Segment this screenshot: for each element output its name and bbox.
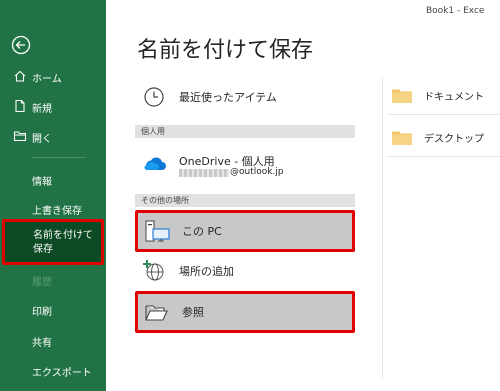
sidebar-item-label: 新規 (32, 103, 52, 115)
sidebar-item-print[interactable]: 印刷 (0, 297, 106, 323)
folder-name: ドキュメント (424, 92, 484, 103)
sidebar-item-label: 上書き保存 (32, 205, 82, 217)
sidebar-item-export[interactable]: エクスポート (0, 358, 106, 384)
folder-separator (388, 156, 500, 157)
folder-item[interactable]: ドキュメント (388, 82, 500, 108)
place-label: 最近使ったアイテム (179, 91, 277, 104)
folder-icon (392, 89, 412, 103)
sidebar-item-label: 情報 (32, 176, 52, 188)
place-add[interactable]: 場所の追加 (135, 256, 355, 286)
place-recent[interactable]: 最近使ったアイテム (135, 83, 355, 111)
place-label: この PC (182, 225, 222, 238)
sidebar-item-label: 共有 (32, 337, 52, 349)
place-this-pc[interactable]: この PC (135, 210, 355, 252)
sidebar-item-home[interactable]: ホーム (0, 64, 106, 90)
place-label: 参照 (182, 306, 204, 319)
account-email: @outlook.jp (230, 167, 284, 177)
sidebar-item-label: 履歴 (32, 276, 52, 288)
browse-folder-icon (145, 305, 168, 321)
backstage-sidebar: ホーム 新規 開く 情報 上書き保存 名前を付けて保存 履歴 印刷 共有 エクス… (0, 0, 106, 391)
folder-icon (392, 131, 412, 145)
clock-icon (144, 87, 164, 107)
sidebar-item-label: ホーム (32, 73, 62, 85)
sidebar-item-info[interactable]: 情報 (0, 167, 106, 193)
sidebar-item-label: 名前を付けて保存 (33, 230, 93, 255)
place-label: 場所の追加 (179, 265, 234, 278)
sidebar-item-share[interactable]: 共有 (0, 328, 106, 354)
redacted-email (179, 169, 229, 177)
folder-name: デスクトップ (424, 134, 484, 145)
page-title: 名前を付けて保存 (137, 38, 314, 63)
section-header-personal: 個人用 (135, 125, 355, 138)
sidebar-item-label: 開く (32, 133, 52, 145)
new-document-icon (15, 99, 25, 113)
folder-separator (388, 114, 500, 115)
home-icon (14, 70, 26, 82)
folder-item[interactable]: デスクトップ (388, 124, 500, 150)
computer-icon (145, 220, 170, 242)
place-onedrive[interactable]: OneDrive - 個人用 @outlook.jp (135, 146, 355, 186)
section-header-other: その他の場所 (135, 194, 355, 207)
panel-divider (382, 78, 383, 378)
sidebar-item-open[interactable]: 開く (0, 124, 106, 150)
sidebar-item-new[interactable]: 新規 (0, 94, 106, 120)
add-place-globe-icon (143, 260, 164, 281)
onedrive-cloud-icon (144, 157, 166, 170)
sidebar-item-save-as[interactable]: 名前を付けて保存 (2, 219, 104, 265)
back-arrow-icon[interactable] (11, 35, 31, 55)
open-folder-icon (13, 131, 27, 142)
sidebar-divider (32, 157, 86, 158)
sidebar-item-label: エクスポート (32, 367, 92, 379)
place-browse[interactable]: 参照 (135, 291, 355, 333)
sidebar-item-label: 印刷 (32, 306, 52, 318)
document-title: Book1 - Exce (426, 6, 485, 16)
sidebar-item-history: 履歴 (0, 267, 106, 293)
